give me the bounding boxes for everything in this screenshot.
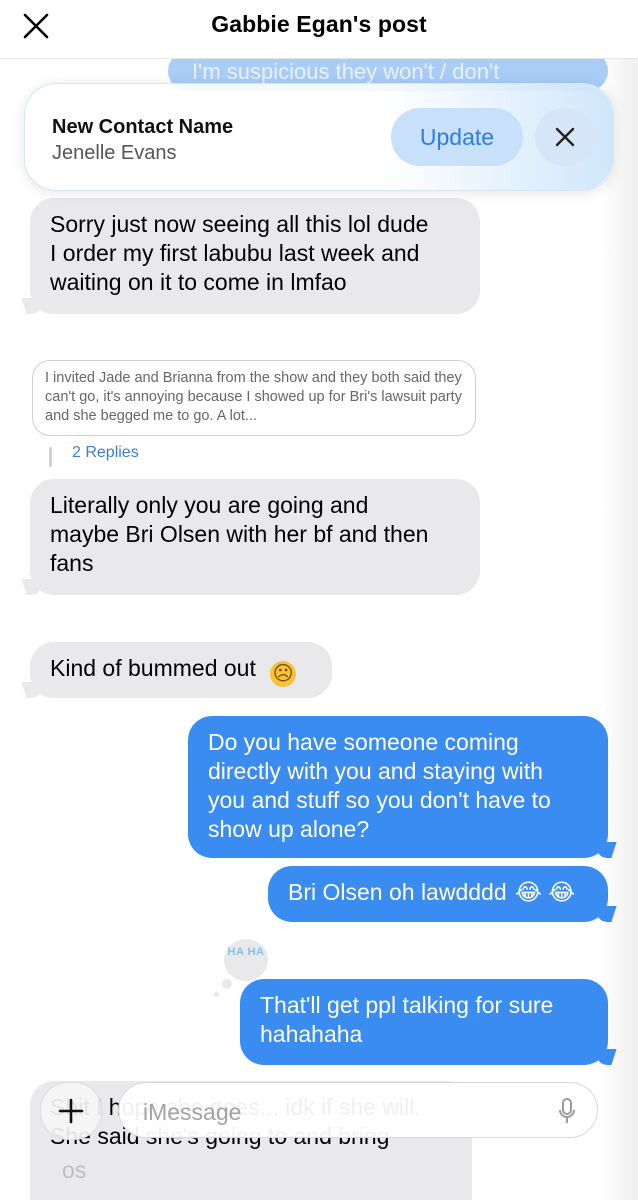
message-line: you and stuff so you don't have to <box>208 787 551 813</box>
message-line: Sorry just now seeing all this lol dude <box>50 211 429 237</box>
banner-contact-name: Jenelle Evans <box>52 142 177 164</box>
dismiss-banner-button[interactable] <box>535 108 595 166</box>
message-input[interactable] <box>141 1093 525 1131</box>
message-line: I order my first labubu last week and <box>50 240 420 266</box>
banner-title: New Contact Name <box>52 116 234 138</box>
laughing-emoji: 😂 😂 <box>515 879 576 905</box>
message-line: Do you have someone coming <box>208 729 519 755</box>
haha-icon: HA HA <box>227 946 265 958</box>
tapback-tail-dot <box>222 979 232 989</box>
replies-link[interactable]: 2 Replies <box>72 444 139 462</box>
message-line: directly with you and staying with <box>208 758 543 784</box>
incoming-message[interactable]: Literally only you are going and maybe B… <box>30 479 480 595</box>
compose-bar <box>38 1080 600 1140</box>
message-line: waiting on it to come in lmfao <box>50 269 347 295</box>
message-text: Kind of bummed out <box>50 655 256 681</box>
message-line: hahahaha <box>260 1021 363 1047</box>
conversation-area: I'm suspicious they won't / don't New Co… <box>0 59 638 1200</box>
incoming-message[interactable]: Kind of bummed out ☹ <box>30 642 332 698</box>
obscured-text: os <box>62 1157 87 1183</box>
add-attachment-button[interactable] <box>40 1082 102 1140</box>
plus-icon <box>58 1098 84 1124</box>
reply-thread-line <box>49 447 52 467</box>
microphone-icon[interactable] <box>557 1097 577 1127</box>
tapback-tail-dot <box>214 992 219 997</box>
message-screenshot: I'm suspicious they won't / don't New Co… <box>0 59 638 1200</box>
reply-preview-card[interactable]: I invited Jade and Brianna from the show… <box>32 360 476 436</box>
message-line: That'll get ppl talking for sure <box>260 992 554 1018</box>
message-input-field[interactable] <box>118 1082 598 1138</box>
frowning-face-emoji: ☹ <box>270 661 297 687</box>
message-line: maybe Bri Olsen with her bf and then <box>50 521 429 547</box>
message-line: show up alone? <box>208 816 370 842</box>
new-contact-banner: New Contact Name Jenelle Evans Update <box>24 83 614 191</box>
edge-shadow <box>604 59 638 1200</box>
post-header: Gabbie Egan's post <box>0 0 638 59</box>
outgoing-message[interactable]: Bri Olsen oh lawdddd 😂 😂 <box>268 866 608 922</box>
incoming-message[interactable]: Sorry just now seeing all this lol dude … <box>30 198 480 314</box>
close-icon <box>555 127 575 147</box>
page-title: Gabbie Egan's post <box>211 11 427 37</box>
message-line: Literally only you are going and <box>50 492 369 518</box>
message-line: fans <box>50 550 94 576</box>
message-text: Bri Olsen oh lawdddd <box>288 879 507 905</box>
haha-tapback-bubble: HA HA <box>224 939 268 981</box>
update-button[interactable]: Update <box>391 108 523 166</box>
outgoing-message[interactable]: Do you have someone coming directly with… <box>188 716 608 858</box>
outgoing-message[interactable]: That'll get ppl talking for sure hahahah… <box>240 979 608 1065</box>
